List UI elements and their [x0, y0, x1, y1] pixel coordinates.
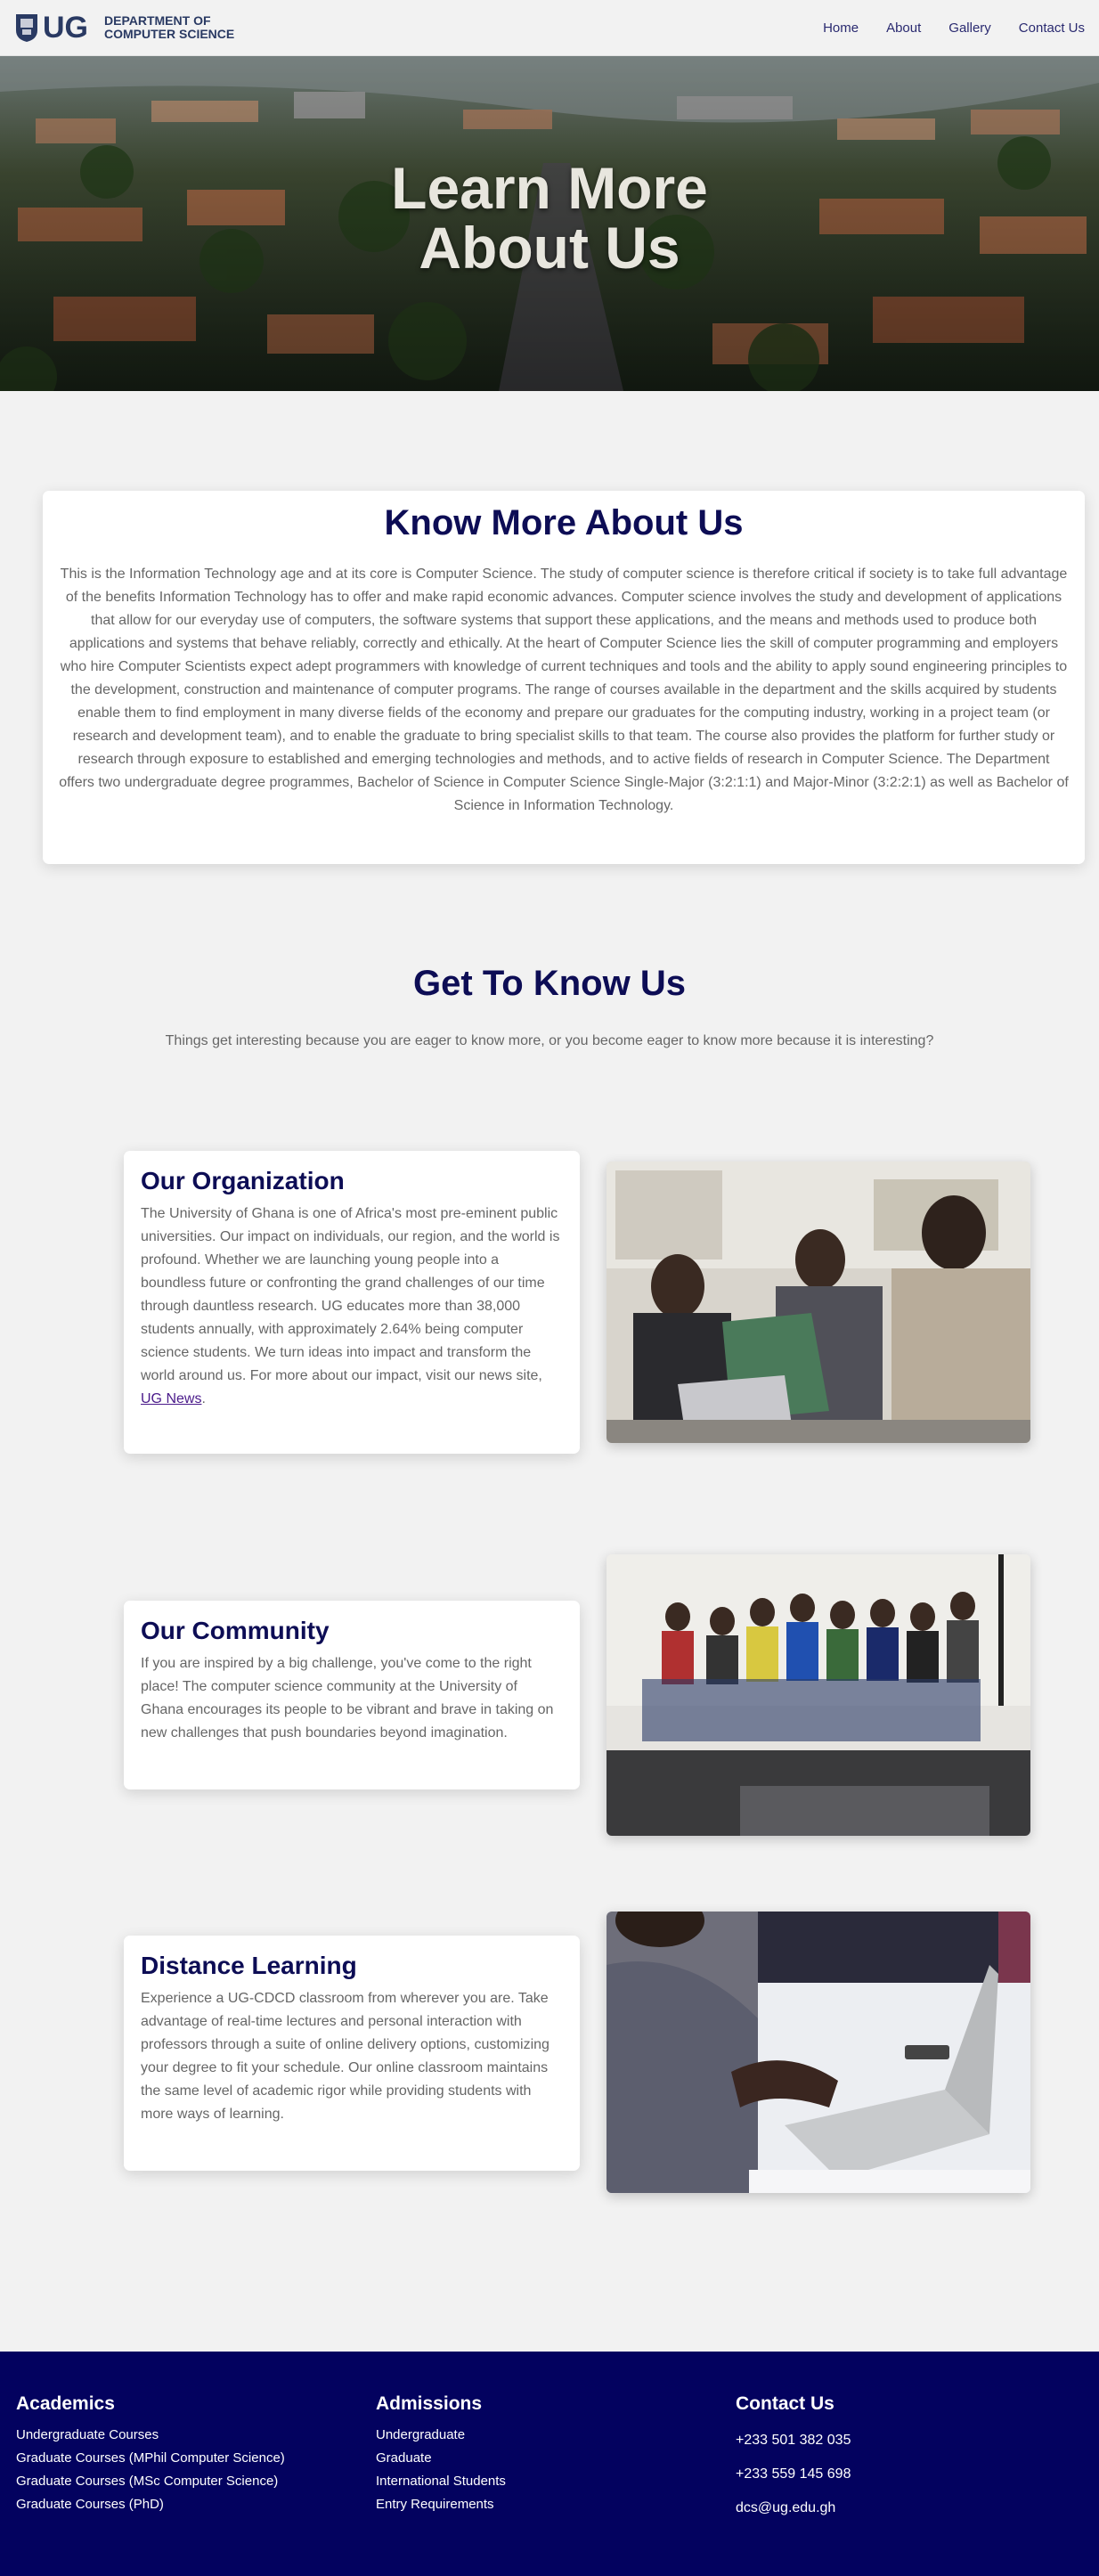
- get-to-know-subtitle: Things get interesting because you are e…: [165, 1033, 934, 1048]
- footer-contact: Contact Us +233 501 382 035 +233 559 145…: [736, 2393, 851, 2525]
- ug-crest-icon: [16, 14, 37, 42]
- brand[interactable]: UG DEPARTMENT OF COMPUTER SCIENCE: [14, 11, 234, 45]
- footer-contact-title: Contact Us: [736, 2393, 834, 2414]
- site-header: UG DEPARTMENT OF COMPUTER SCIENCE Home A…: [0, 0, 1099, 56]
- group-photo-image: [606, 1554, 1030, 1836]
- dept-line-2: COMPUTER SCIENCE: [104, 27, 235, 41]
- hero-title-line-2: About Us: [419, 215, 680, 281]
- nav-home[interactable]: Home: [823, 20, 859, 36]
- community-body: If you are inspired by a big challenge, …: [141, 1656, 554, 1740]
- footer-email[interactable]: dcs@ug.edu.gh: [736, 2491, 851, 2525]
- laptop-typing-image: [606, 1912, 1030, 2193]
- footer-link-mphil-courses[interactable]: Graduate Courses (MPhil Computer Science…: [16, 2447, 285, 2470]
- hero-title: Learn More About Us: [0, 159, 1099, 278]
- footer-admissions: Admissions Undergraduate Graduate Intern…: [376, 2393, 506, 2516]
- distance-learning-image: [606, 1912, 1030, 2193]
- organization-end: .: [201, 1391, 206, 1406]
- distance-learning-title: Distance Learning: [141, 1952, 357, 1979]
- about-body: This is the Information Technology age a…: [59, 567, 1069, 813]
- distance-learning-card: Distance Learning Experience a UG-CDCD c…: [124, 1936, 580, 2171]
- organization-image: [606, 1162, 1030, 1443]
- nav-contact-us[interactable]: Contact Us: [1019, 20, 1085, 36]
- dept-line-1: DEPARTMENT OF: [104, 13, 211, 28]
- hero-banner: Learn More About Us: [0, 56, 1099, 391]
- organization-card: Our Organization The University of Ghana…: [124, 1151, 580, 1454]
- hero-title-line-1: Learn More: [391, 155, 708, 221]
- main-nav: Home About Gallery Contact Us: [795, 20, 1085, 36]
- footer-link-undergraduate-courses[interactable]: Undergraduate Courses: [16, 2424, 285, 2447]
- department-name: DEPARTMENT OF COMPUTER SCIENCE: [104, 14, 234, 41]
- about-title: Know More About Us: [384, 503, 744, 542]
- get-to-know-title: Get To Know Us: [413, 964, 686, 1003]
- distance-learning-body: Experience a UG-CDCD classroom from wher…: [141, 1991, 550, 2122]
- community-card: Our Community If you are inspired by a b…: [124, 1601, 580, 1789]
- students-at-laptops-image: [606, 1162, 1030, 1443]
- footer-academics-title: Academics: [16, 2393, 115, 2414]
- footer-phone-2[interactable]: +233 559 145 698: [736, 2458, 851, 2491]
- organization-text: The University of Ghana is one of Africa…: [141, 1206, 560, 1383]
- ug-news-link[interactable]: UG News: [141, 1391, 201, 1406]
- logo-text: UG: [43, 10, 88, 45]
- community-image: [606, 1554, 1030, 1836]
- nav-about[interactable]: About: [886, 20, 921, 36]
- footer-link-undergraduate[interactable]: Undergraduate: [376, 2424, 506, 2447]
- footer-link-msc-courses[interactable]: Graduate Courses (MSc Computer Science): [16, 2470, 285, 2493]
- site-footer: Academics Undergraduate Courses Graduate…: [0, 2352, 1099, 2576]
- footer-academics: Academics Undergraduate Courses Graduate…: [16, 2393, 285, 2516]
- footer-link-phd-courses[interactable]: Graduate Courses (PhD): [16, 2493, 285, 2516]
- footer-link-graduate[interactable]: Graduate: [376, 2447, 506, 2470]
- organization-title: Our Organization: [141, 1167, 345, 1194]
- organization-body: The University of Ghana is one of Africa…: [141, 1202, 563, 1411]
- nav-gallery[interactable]: Gallery: [948, 20, 991, 36]
- about-card: Know More About Us This is the Informati…: [43, 491, 1085, 864]
- footer-link-international-students[interactable]: International Students: [376, 2470, 506, 2493]
- footer-link-entry-requirements[interactable]: Entry Requirements: [376, 2493, 506, 2516]
- footer-admissions-title: Admissions: [376, 2393, 483, 2414]
- community-title: Our Community: [141, 1617, 330, 1644]
- footer-phone-1[interactable]: +233 501 382 035: [736, 2424, 851, 2458]
